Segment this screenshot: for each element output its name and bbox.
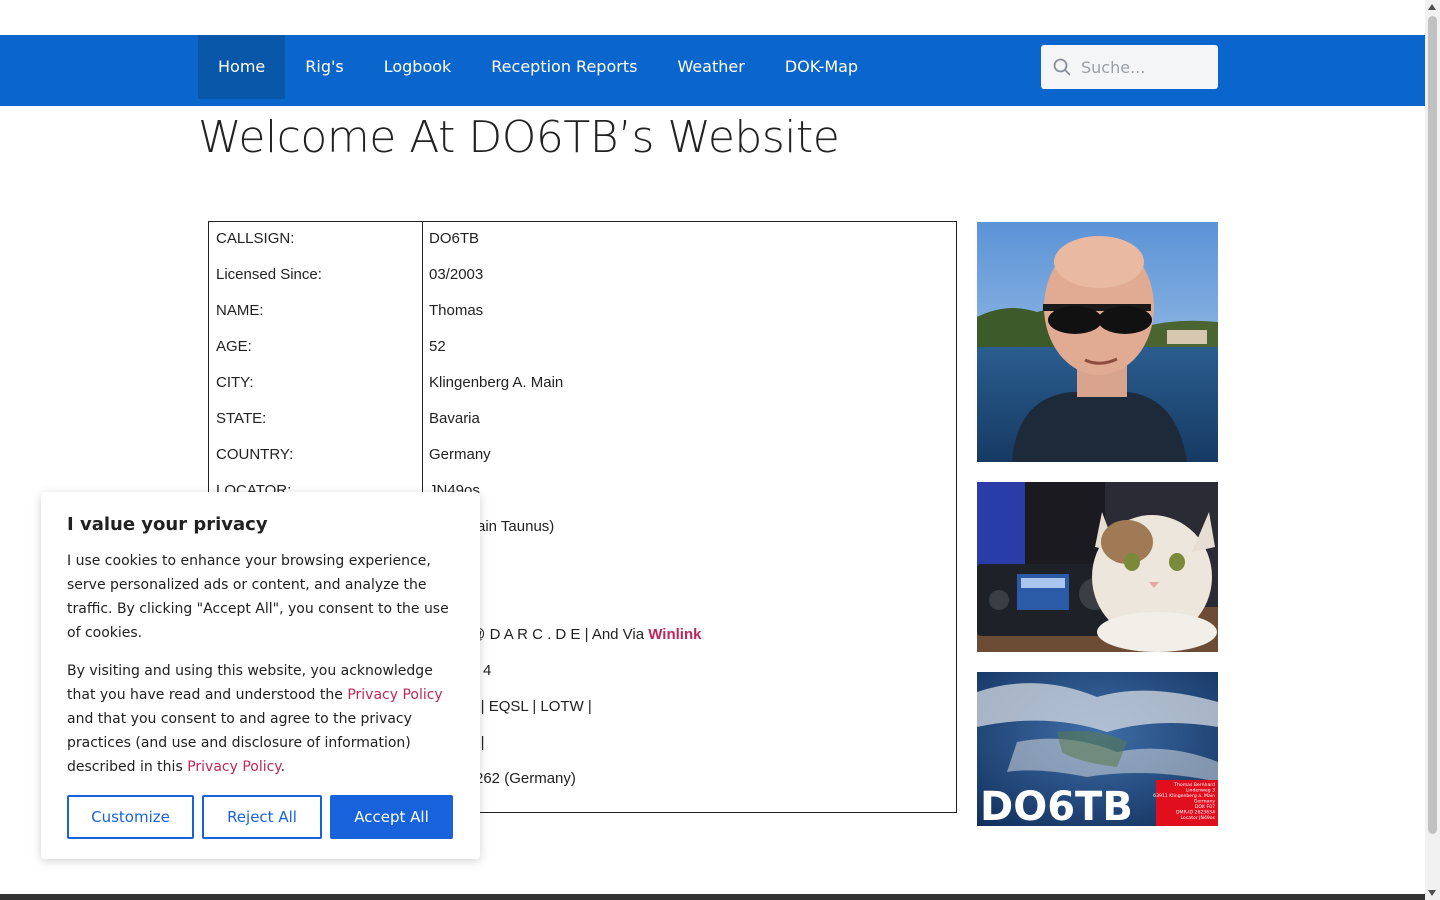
search-box <box>1041 45 1218 89</box>
cookie-title: I value your privacy <box>67 514 268 535</box>
scroll-down-arrow-icon[interactable] <box>1428 890 1436 896</box>
row-value: Germany <box>429 446 491 463</box>
scrollbar-thumb[interactable] <box>1428 16 1437 834</box>
row-value: DO6TB <box>429 230 480 247</box>
page-title: Welcome At DO6TB’s Website <box>198 112 840 163</box>
table-row-state: STATE: Bavaria <box>209 402 956 438</box>
profile-photo <box>977 222 1218 462</box>
table-row-name: NAME: Thomas <box>209 294 956 330</box>
table-row-licensed-since: Licensed Since: 03/2003 <box>209 258 956 294</box>
nav-item-weather[interactable]: Weather <box>657 35 764 99</box>
row-label: NAME: <box>216 302 264 319</box>
nav-item-rigs[interactable]: Rig's <box>285 35 363 99</box>
privacy-policy-link[interactable]: Privacy Policy <box>187 759 280 775</box>
search-input[interactable] <box>1081 45 1211 89</box>
row-value: Klingenberg A. Main <box>429 374 564 391</box>
nav-menu: Home Rig's Logbook Reception Reports Wea… <box>198 35 878 99</box>
nav-item-logbook[interactable]: Logbook <box>364 35 472 99</box>
accept-all-button[interactable]: Accept All <box>330 795 453 839</box>
page-scrollbar[interactable] <box>1425 0 1440 900</box>
svg-text:DOK F07: DOK F07 <box>1195 804 1215 810</box>
cookie-consent-dialog: I value your privacy I use cookies to en… <box>41 492 480 859</box>
privacy-policy-link[interactable]: Privacy Policy <box>347 687 442 703</box>
cookie-privacy-notice: By visiting and using this website, you … <box>67 659 459 779</box>
customize-button[interactable]: Customize <box>67 795 194 839</box>
row-value: Bavaria <box>429 410 480 427</box>
svg-text:Germany: Germany <box>1194 799 1215 805</box>
cookie-notice-text: . <box>280 759 286 775</box>
row-value: 262 (Germany) <box>475 770 576 787</box>
svg-text:Locator JN49os: Locator JN49os <box>1181 815 1216 821</box>
row-label: COUNTRY: <box>216 446 294 463</box>
cookie-description: I use cookies to enhance your browsing e… <box>67 553 449 641</box>
nav-item-home[interactable]: Home <box>198 35 286 99</box>
dmr-link[interactable]: 4 <box>483 662 491 679</box>
row-label: STATE: <box>216 410 267 427</box>
nav-item-reception-reports[interactable]: Reception Reports <box>471 35 657 99</box>
search-icon[interactable] <box>1053 58 1071 76</box>
footer-edge <box>0 894 1425 900</box>
svg-text:DMR-ID 2623634: DMR-ID 2623634 <box>1176 810 1215 816</box>
row-value: B @ D A R C . D E | And Via Winlink <box>456 626 701 643</box>
row-label: Licensed Since: <box>216 266 322 283</box>
main-navbar: Home Rig's Logbook Reception Reports Wea… <box>0 35 1425 106</box>
row-value: Thomas <box>429 302 484 319</box>
table-row-city: CITY: Klingenberg A. Main <box>209 366 956 402</box>
cat-radio-photo <box>977 482 1218 652</box>
svg-text:63911 Klingenberg a. Main: 63911 Klingenberg a. Main <box>1153 793 1215 799</box>
row-label: CALLSIGN: <box>216 230 295 247</box>
table-row-country: COUNTRY: Germany <box>209 438 956 474</box>
row-label: CITY: <box>216 374 254 391</box>
row-value: ain Taunus) <box>477 518 555 535</box>
qsl-callsign-text: DO6TB <box>980 784 1133 826</box>
table-row-age: AGE: 52 <box>209 330 956 366</box>
email-text: B @ D A R C . D E | And Via <box>456 626 645 643</box>
nav-item-dok-map[interactable]: DOK-Map <box>765 35 878 99</box>
table-row-callsign: CALLSIGN: DO6TB <box>209 222 956 258</box>
scroll-up-arrow-icon[interactable] <box>1428 4 1436 10</box>
qsl-card-image: DO6TB Thomas Bernhard Lindenweg 3 63911 … <box>977 672 1218 826</box>
row-value: m | EQSL | LOTW | <box>464 698 592 715</box>
reject-all-button[interactable]: Reject All <box>202 795 322 839</box>
svg-text:Thomas Bernhard: Thomas Bernhard <box>1173 782 1215 788</box>
winlink-link[interactable]: Winlink <box>648 626 701 643</box>
row-value: 03/2003 <box>429 266 484 283</box>
row-label: AGE: <box>216 338 252 355</box>
row-value: 52 <box>429 338 446 355</box>
svg-text:Lindenweg 3: Lindenweg 3 <box>1186 788 1215 794</box>
